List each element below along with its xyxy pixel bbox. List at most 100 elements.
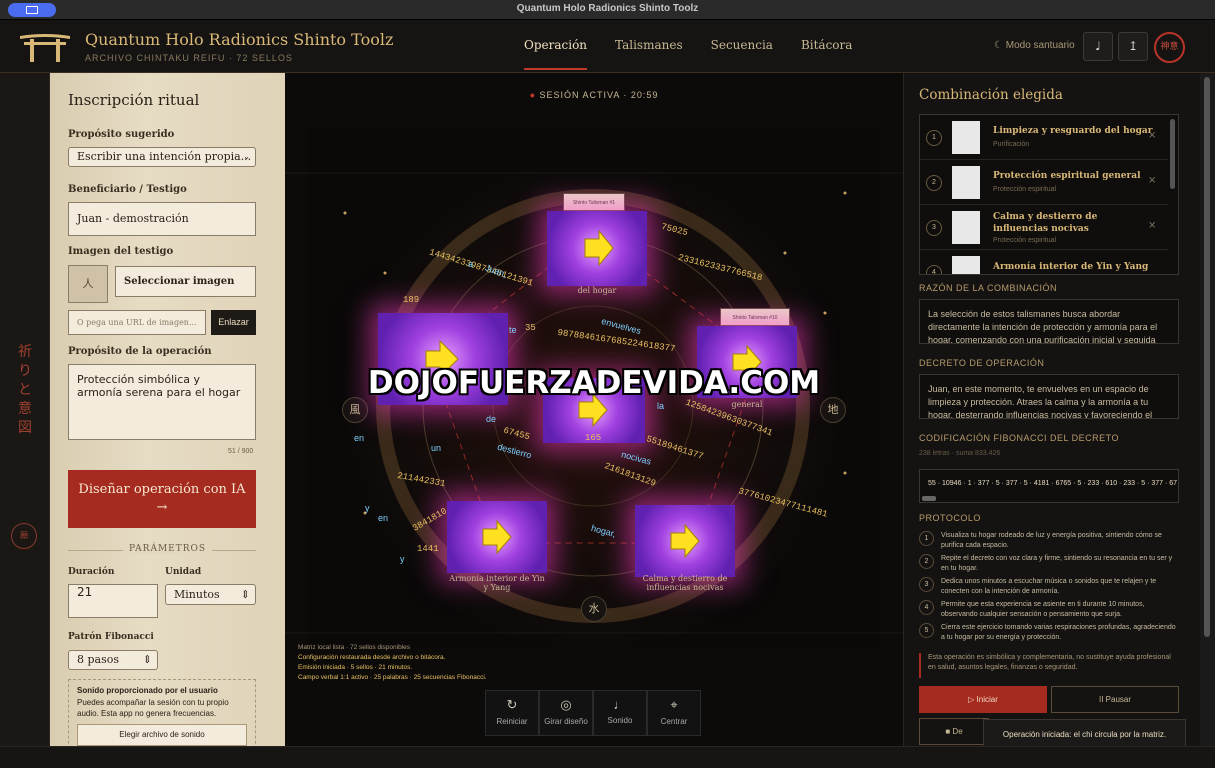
strip-seal: 願: [11, 523, 37, 549]
params-heading: PARÁMETROS: [122, 544, 213, 554]
app-subtitle: ARCHIVO CHINTAKU REIFU · 72 SELLOS: [85, 53, 293, 63]
image-label: Imagen del testigo: [68, 246, 174, 257]
moon-icon: ☾: [994, 40, 1006, 51]
list-item[interactable]: 3 Calma y destierro de influencias nociv…: [920, 205, 1168, 250]
fib-word: y: [400, 554, 405, 564]
fib-word: a: [468, 259, 474, 269]
pause-button[interactable]: II Pausar: [1051, 686, 1179, 713]
left-decor-strip: 祈りと意図 願: [0, 73, 50, 746]
sound-title: Sonido proporcionado por el usuario: [77, 686, 218, 695]
link-button[interactable]: Enlazar: [211, 310, 256, 335]
talisman-card[interactable]: [447, 501, 547, 573]
reset-icon: ↻: [506, 697, 518, 712]
duration-label: Duración: [68, 567, 115, 577]
tab-operacion[interactable]: Operación: [524, 38, 588, 70]
remove-icon[interactable]: ×: [1148, 175, 1156, 186]
choose-sound-button[interactable]: Elegir archivo de sonido: [77, 724, 247, 746]
rotate-icon: ◎: [560, 697, 572, 712]
main-nav: Operación Talismanes Secuencia Bitácora: [524, 38, 880, 70]
vertical-caption: 祈りと意図: [18, 344, 32, 436]
reason-label: RAZÓN DE LA COMBINACIÓN: [919, 283, 1058, 293]
fib-number: 165: [585, 433, 602, 443]
protocol-step: 3 Dedica unos minutos a escuchar música o…: [919, 577, 1179, 600]
fibonacci-label: CODIFICACIÓN FIBONACCI DEL DECRETO: [919, 433, 1120, 443]
chevron-updown-icon: ⇕: [240, 588, 250, 601]
bottom-bar: [0, 746, 1215, 768]
watermark: DOJOFUERZADEVIDA.COM: [367, 365, 821, 401]
fib-word: en: [354, 433, 365, 443]
crosshair-icon: ⌖: [670, 697, 678, 712]
window-titlebar: Quantum Holo Radionics Shinto Toolz: [0, 0, 1215, 20]
music-note-icon: ♩: [613, 697, 627, 712]
duration-input[interactable]: 21: [68, 584, 158, 618]
talisman-card[interactable]: [547, 211, 647, 286]
image-url-input[interactable]: O pega una URL de imagen...: [68, 310, 206, 335]
unit-label: Unidad: [165, 567, 202, 577]
list-item[interactable]: 4 Armonía interior de Yin y Yang: [920, 250, 1168, 274]
fibonacci-pattern-select[interactable]: 8 pasos ⇕: [68, 650, 158, 670]
talisman-card[interactable]: [635, 505, 735, 577]
sanctuary-mode-toggle[interactable]: ☾ Modo santuario: [994, 40, 1075, 51]
decree-textarea[interactable]: Juan, en este momento, te envuelves en u…: [919, 374, 1179, 419]
tab-secuencia[interactable]: Secuencia: [711, 38, 773, 52]
window-title: Quantum Holo Radionics Shinto Toolz: [516, 3, 699, 14]
talisman-label: Armonía interior de Yin y Yang: [449, 574, 545, 592]
live-dot-icon: ●: [529, 90, 540, 100]
disclaimer: Esta operación es simbólica y complement…: [919, 653, 1179, 678]
char-counter: 51 / 900: [228, 448, 254, 455]
center-button[interactable]: ⌖ Centrar: [647, 690, 701, 736]
sound-button[interactable]: ♩ Sonido: [593, 690, 647, 736]
remove-icon[interactable]: ×: [1148, 220, 1156, 231]
operation-purpose-textarea[interactable]: Protección simbólica y armonía serena pa…: [68, 364, 256, 440]
ritual-form: Inscripción ritual Propósito sugerido Es…: [50, 73, 285, 746]
sound-text: Puedes acompañar la sesión con tu propio…: [77, 698, 229, 718]
select-image-button[interactable]: Seleccionar imagen: [115, 266, 256, 297]
design-operation-button[interactable]: Diseñar operación con IA →: [68, 470, 256, 528]
protocol-step: 5 Cierra este ejercicio tomando varias re…: [919, 623, 1179, 646]
combination-list: 1 Limpieza y resguardo del hogar Purific…: [919, 114, 1179, 275]
session-status: ● SESIÓN ACTIVA · 20:59: [529, 90, 659, 100]
protocol-step: 2 Repite el decreto con voz clara y firme…: [919, 554, 1179, 577]
unit-select[interactable]: Minutos ⇕: [165, 584, 256, 605]
protocol-step: 4 Permite que esta experiencia se asiente…: [919, 600, 1179, 623]
chevron-down-icon: ⌄: [243, 152, 250, 161]
window-scrollbar[interactable]: [1200, 73, 1215, 746]
horizontal-scrollbar[interactable]: [922, 496, 936, 501]
rotate-design-button[interactable]: ◎ Girar diseño: [539, 690, 593, 736]
tab-talismanes[interactable]: Talismanes: [615, 38, 683, 52]
protocol-label: PROTOCOLO: [919, 513, 981, 523]
music-button[interactable]: ♩: [1083, 32, 1113, 61]
talisman-thumbnail: [952, 256, 980, 274]
list-scrollbar[interactable]: [1170, 119, 1175, 189]
fibonacci-code-box[interactable]: 55 · 10946 · 1 · 377 · 5 · 377 · 5 · 418…: [919, 469, 1179, 503]
element-water[interactable]: 水: [581, 596, 607, 622]
talisman-thumbnail: [952, 121, 980, 154]
reset-button[interactable]: ↻ Reiniciar: [485, 690, 539, 736]
fib-word: de: [486, 414, 497, 424]
talisman-tag: Shinto Talisman #1: [563, 193, 625, 211]
reason-textarea[interactable]: La selección de estos talismanes busca a…: [919, 299, 1179, 344]
fib-word: te: [509, 325, 517, 335]
purpose-select[interactable]: Escribir una intención propia... ⌄: [68, 147, 256, 167]
list-item[interactable]: 1 Limpieza y resguardo del hogar Purific…: [920, 115, 1168, 160]
combination-title: Combinación elegida: [919, 87, 1063, 103]
tab-bitacora[interactable]: Bitácora: [801, 38, 852, 52]
list-item[interactable]: 2 Protección espiritual general Protecci…: [920, 160, 1168, 205]
seal-button[interactable]: 神意: [1154, 32, 1185, 63]
toast-notification: Operación iniciada: el chi circula por l…: [983, 719, 1186, 746]
purpose-label: Propósito sugerido: [68, 129, 175, 140]
app-title: Quantum Holo Radionics Shinto Toolz: [85, 30, 394, 49]
fibonacci-pattern-label: Patrón Fibonacci: [68, 632, 154, 642]
start-button[interactable]: ▷ Iniciar: [919, 686, 1047, 713]
beneficiary-input[interactable]: Juan - demostración: [68, 202, 256, 236]
app-header: Quantum Holo Radionics Shinto Toolz ARCH…: [0, 20, 1215, 73]
upload-button[interactable]: ↥: [1118, 32, 1148, 61]
decree-label: DECRETO DE OPERACIÓN: [919, 358, 1045, 368]
remove-icon[interactable]: ×: [1148, 130, 1156, 141]
stop-button[interactable]: ■ De: [919, 718, 989, 745]
talisman-tag: Shinto Talisman #10: [720, 308, 790, 326]
beneficiary-label: Beneficiario / Testigo: [68, 184, 187, 195]
fib-word: y: [365, 503, 370, 513]
matrix-canvas[interactable]: ● SESIÓN ACTIVA · 20:59 風 地 水 Shinto Tal…: [285, 73, 903, 746]
fib-word: en: [378, 513, 389, 523]
